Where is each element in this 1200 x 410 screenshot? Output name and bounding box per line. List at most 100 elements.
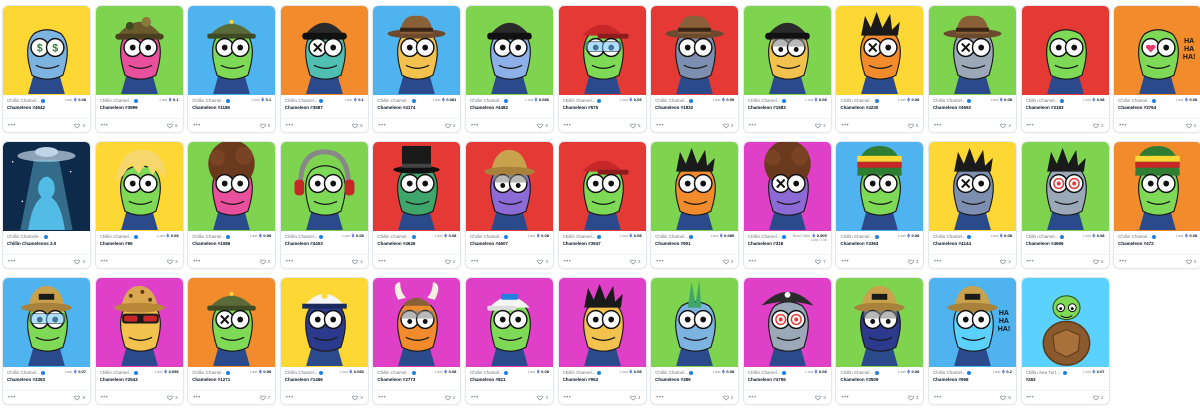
nft-image[interactable] <box>280 278 368 367</box>
collection-name[interactable]: Chillin Chamele... <box>7 234 42 239</box>
more-options-icon[interactable]: ••• <box>841 395 849 401</box>
collection-name[interactable]: Chillin Chamel... <box>563 234 596 239</box>
collection-name[interactable]: Chillin Chamel... <box>470 234 503 239</box>
nft-image[interactable] <box>373 278 461 367</box>
more-options-icon[interactable]: ••• <box>564 123 572 129</box>
more-options-icon[interactable]: ••• <box>101 123 109 129</box>
nft-card[interactable]: Chillin Chamel... Chameleon #4607 Last 0.… <box>464 141 554 269</box>
favorite-button[interactable]: 5 <box>1000 395 1011 401</box>
nft-card[interactable]: Chillin Chamel... Chameleon #4626 Last 0.… <box>372 141 462 269</box>
nft-image[interactable] <box>465 278 553 367</box>
nft-image[interactable] <box>1021 6 1109 95</box>
collection-name[interactable]: Chillin Chamel... <box>840 370 873 375</box>
favorite-button[interactable]: 3 <box>537 259 548 265</box>
favorite-button[interactable]: 3 <box>815 395 826 401</box>
nft-card[interactable]: Chillin Chamel... Chameleon #4692 Last 0.… <box>927 5 1017 133</box>
more-options-icon[interactable]: ••• <box>8 395 16 401</box>
nft-image[interactable] <box>188 6 276 95</box>
collection-name[interactable]: Chillin Chamel... <box>100 98 133 103</box>
collection-name[interactable]: Chillin Chamel... <box>933 370 966 375</box>
favorite-button[interactable]: 3 <box>444 123 455 129</box>
collection-name[interactable]: Chillin Chamel... <box>192 234 225 239</box>
collection-name[interactable]: Chillin Sea Turtles <box>1026 370 1062 375</box>
nft-image[interactable]: HA HA HA! <box>928 278 1016 367</box>
nft-card[interactable]: HA HA HA! Chillin Chamel... Chameleon #9… <box>927 277 1017 405</box>
nft-card[interactable]: Chillin Chamel... Chameleon #575 Last 0.0… <box>557 5 647 133</box>
favorite-button[interactable]: 3 <box>722 259 733 265</box>
nft-image[interactable] <box>188 142 276 231</box>
favorite-button[interactable]: 6 <box>537 123 548 129</box>
nft-card[interactable]: Chillin Chamel... Chameleon #3393 Last 0.… <box>2 277 91 405</box>
favorite-button[interactable]: 3 <box>907 259 918 265</box>
favorite-button[interactable]: 3 <box>167 395 178 401</box>
nft-card[interactable]: Chillin Chamel... Chameleon #472 Last 0.0… <box>1113 141 1200 269</box>
nft-card[interactable]: Chillin Chamel... Chameleon #4666 Last 0.… <box>1020 141 1110 269</box>
nft-image[interactable] <box>836 142 924 231</box>
nft-image[interactable] <box>95 142 183 231</box>
more-options-icon[interactable]: ••• <box>8 123 16 129</box>
nft-card[interactable]: Chillin Chamel... Chameleon #1086 Last 0.… <box>187 141 277 269</box>
nft-card[interactable]: Chillin Chamel... Chameleon #4230 Last 0.… <box>835 5 925 133</box>
collection-name[interactable]: Chillin Chamel... <box>655 98 688 103</box>
more-options-icon[interactable]: ••• <box>101 395 109 401</box>
more-options-icon[interactable]: ••• <box>193 123 201 129</box>
nft-card[interactable]: Chillin Chamel... Chameleon #2773 Last 0.… <box>372 277 462 405</box>
more-options-icon[interactable]: ••• <box>1027 395 1035 401</box>
more-options-icon[interactable]: ••• <box>378 123 386 129</box>
collection-name[interactable]: Chillin Chamel... <box>1118 234 1151 239</box>
nft-card[interactable]: Chillin Chamele... Chillin Chameleons 3.… <box>2 141 91 269</box>
nft-card[interactable]: Chillin Chamel... Chameleon #4403 Last 0.… <box>279 141 369 269</box>
favorite-button[interactable]: 6 <box>352 123 363 129</box>
more-options-icon[interactable]: ••• <box>193 259 201 265</box>
collection-name[interactable]: Chillin Chamel... <box>7 370 40 375</box>
nft-card[interactable]: Chillin Chamel... Chameleon #1271 Last 0.… <box>187 277 277 405</box>
nft-card[interactable]: Chillin Chamel... Chameleon #953 Last 0.0… <box>557 277 647 405</box>
more-options-icon[interactable]: ••• <box>564 259 572 265</box>
nft-image[interactable] <box>651 6 739 95</box>
nft-image[interactable] <box>280 142 368 231</box>
collection-name[interactable]: Chillin Chamel... <box>840 234 873 239</box>
more-options-icon[interactable]: ••• <box>841 259 849 265</box>
nft-card[interactable]: Chillin Chamel... Chameleon #3363 Last 0.… <box>835 141 925 269</box>
nft-image[interactable] <box>651 278 739 367</box>
favorite-button[interactable]: 2 <box>352 259 363 265</box>
more-options-icon[interactable]: ••• <box>286 395 294 401</box>
more-options-icon[interactable]: ••• <box>471 259 479 265</box>
nft-image[interactable] <box>95 6 183 95</box>
collection-name[interactable]: Chillin Chamel... <box>100 370 133 375</box>
nft-image[interactable] <box>280 6 368 95</box>
favorite-button[interactable]: 6 <box>74 395 85 401</box>
nft-card[interactable]: Chillin Chamel... Chameleon #1583 Last 0.… <box>742 5 832 133</box>
more-options-icon[interactable]: ••• <box>564 395 572 401</box>
more-options-icon[interactable]: ••• <box>749 259 757 265</box>
nft-card[interactable]: Chillin Chamel... Chameleon #3947 Last 0.… <box>557 141 647 269</box>
favorite-button[interactable]: 3 <box>74 259 85 265</box>
nft-image[interactable] <box>1021 142 1109 231</box>
nft-card[interactable]: Chillin Chamel... Chameleon #3509 Last 0.… <box>835 277 925 405</box>
nft-image[interactable] <box>188 278 276 367</box>
nft-image[interactable] <box>3 278 90 367</box>
more-options-icon[interactable]: ••• <box>656 123 664 129</box>
nft-card[interactable]: Chillin Chamel... Chameleon #1466 Last 0.… <box>279 277 369 405</box>
more-options-icon[interactable]: ••• <box>934 123 942 129</box>
collection-name[interactable]: Chillin Chamel... <box>563 98 596 103</box>
collection-name[interactable]: Chillin Chamel... <box>285 98 318 103</box>
favorite-button[interactable]: 3 <box>352 395 363 401</box>
collection-name[interactable]: Chillin Chamel... <box>748 370 781 375</box>
nft-image[interactable] <box>558 6 646 95</box>
more-options-icon[interactable]: ••• <box>749 123 757 129</box>
favorite-button[interactable]: 3 <box>907 395 918 401</box>
collection-name[interactable]: Chillin Chamel... <box>933 98 966 103</box>
collection-name[interactable]: Chillin Chamel... <box>840 98 873 103</box>
collection-name[interactable]: Chillin Chamel... <box>100 234 133 239</box>
favorite-button[interactable]: 7 <box>815 259 826 265</box>
collection-name[interactable]: Chillin Chamel... <box>470 370 503 375</box>
collection-name[interactable]: Chillin Chamel... <box>563 370 596 375</box>
nft-image[interactable] <box>928 142 1016 231</box>
nft-image[interactable] <box>928 6 1016 95</box>
more-options-icon[interactable]: ••• <box>656 395 664 401</box>
more-options-icon[interactable]: ••• <box>656 259 664 265</box>
favorite-button[interactable]: 4 <box>630 395 641 401</box>
nft-image[interactable] <box>743 278 831 367</box>
favorite-button[interactable]: 3 <box>1185 259 1196 265</box>
